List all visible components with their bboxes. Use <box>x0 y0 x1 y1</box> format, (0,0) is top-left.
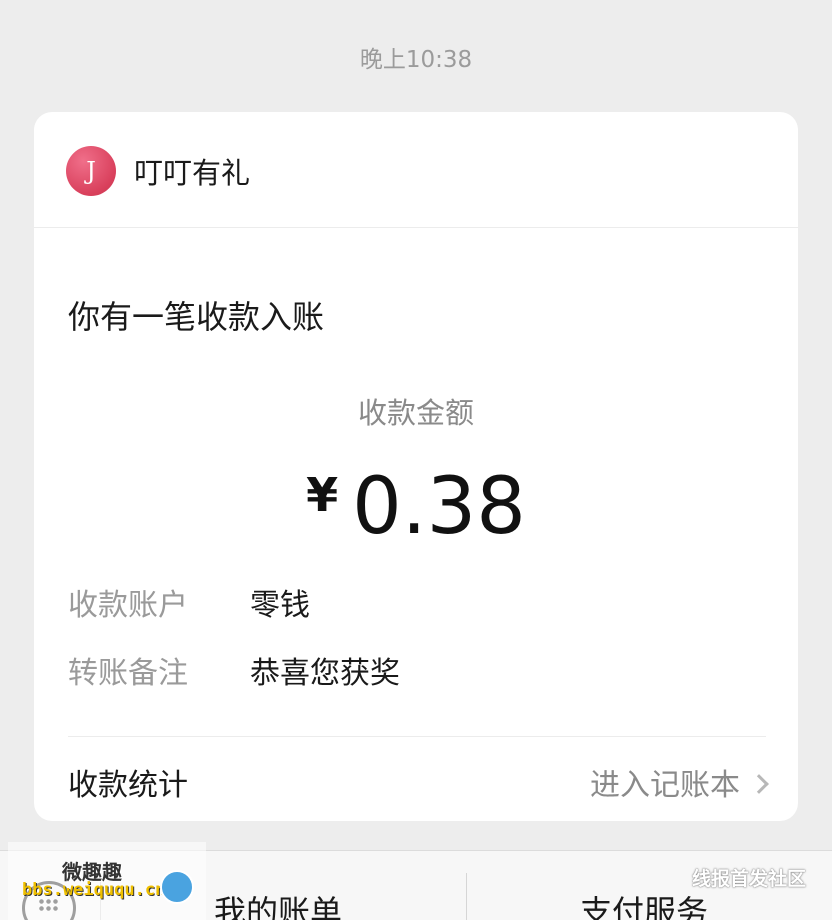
ledger-link[interactable]: 进入记账本 <box>590 760 769 804</box>
menu-separator <box>466 873 467 920</box>
detail-key: 转账备注 <box>68 656 188 691</box>
currency-symbol: ¥ <box>306 468 339 522</box>
menu-item-payment-services[interactable]: 支付服务 <box>580 887 708 920</box>
watermark-right: 线报首发社区 <box>691 868 806 890</box>
detail-value: 零钱 <box>250 588 310 623</box>
watermark-left: 微趣趣 bbs.weiququ.cn <box>8 842 206 920</box>
menu-item-my-bills[interactable]: 我的账单 <box>214 887 342 920</box>
watermark-url: bbs.weiququ.cn <box>22 880 166 900</box>
detail-value: 恭喜您获奖 <box>250 656 400 691</box>
amount-label: 收款金额 <box>357 396 474 430</box>
divider <box>68 736 766 737</box>
amount-value: 0.38 <box>352 462 526 552</box>
payment-notification-card[interactable]: J 叮叮有礼 你有一笔收款入账 收款金额 ¥0.38 收款账户 零钱 转账备注 恭喜… <box>34 112 798 821</box>
chevron-right-icon <box>749 774 769 794</box>
mascot-icon <box>160 870 194 904</box>
card-header[interactable]: J 叮叮有礼 <box>34 112 798 228</box>
detail-row-account: 收款账户 零钱 <box>68 580 310 624</box>
detail-row-remark: 转账备注 恭喜您获奖 <box>68 648 400 692</box>
ledger-link-label: 进入记账本 <box>590 768 740 803</box>
sender-name[interactable]: 叮叮有礼 <box>134 150 250 192</box>
amount-display: ¥0.38 <box>34 462 798 552</box>
sender-avatar[interactable]: J <box>66 146 116 196</box>
income-stats-label[interactable]: 收款统计 <box>68 760 188 804</box>
detail-key: 收款账户 <box>68 588 188 623</box>
message-timestamp: 晚上10:38 <box>359 47 473 73</box>
notification-title: 你有一笔收款入账 <box>68 298 325 336</box>
